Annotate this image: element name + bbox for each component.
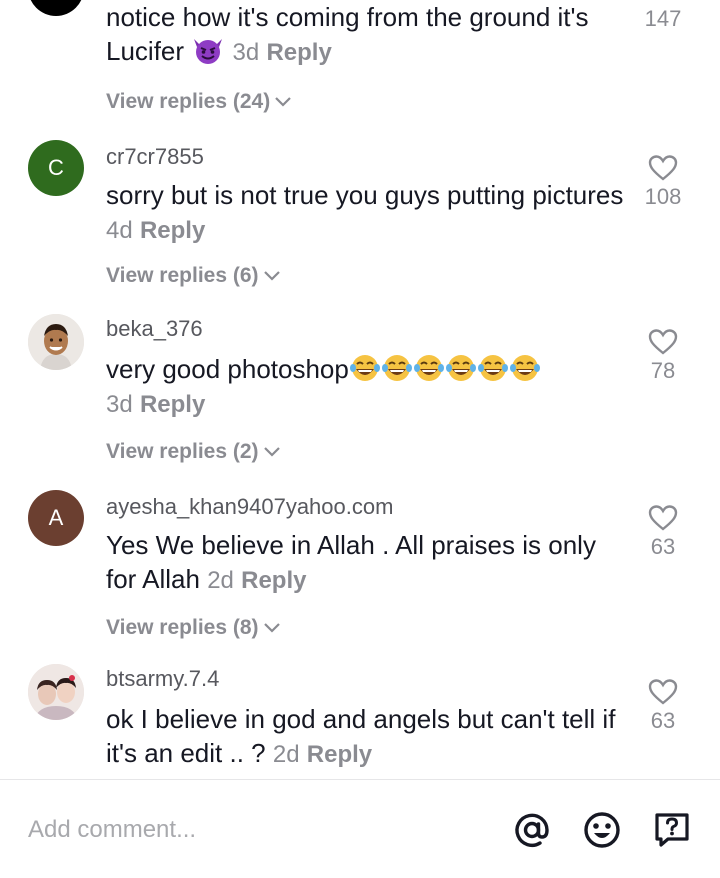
avatar[interactable] xyxy=(28,0,84,16)
avatar[interactable]: C xyxy=(28,140,84,196)
chevron-down-icon xyxy=(263,271,280,281)
comment-body: notice how it's coming from the ground i… xyxy=(106,2,589,66)
comment-input[interactable] xyxy=(28,810,448,850)
chevron-down-icon xyxy=(275,97,291,107)
comment-text: very good photoshop 3d Reply xyxy=(106,352,626,422)
like-count: 108 xyxy=(644,184,682,209)
comment-text: notice how it's coming from the ground i… xyxy=(106,0,626,70)
comment-username[interactable]: ayesha_khan9407yahoo.com xyxy=(106,494,393,520)
laughing-tears-emoji-icon xyxy=(477,355,508,381)
heart-icon xyxy=(648,155,678,181)
heart-icon xyxy=(648,505,678,531)
comment-composer xyxy=(0,780,720,878)
laughing-tears-emoji-icon xyxy=(349,355,380,381)
comment-text: Yes We believe in Allah . All praises is… xyxy=(106,528,626,598)
at-mention-button[interactable] xyxy=(510,808,554,852)
comment-username[interactable]: btsarmy.7.4 xyxy=(106,666,219,692)
comment-item: btsarmy.7.4 ok I believe in god and ange… xyxy=(0,664,720,778)
avatar-photo xyxy=(28,664,84,720)
view-replies-button[interactable]: View replies (2) xyxy=(106,440,281,464)
comment-age: 2d xyxy=(272,741,300,768)
reply-button[interactable]: Reply xyxy=(266,39,331,66)
laughing-tears-emoji-icon xyxy=(509,355,540,381)
laughing-tears-emoji-icon xyxy=(381,355,412,381)
avatar[interactable] xyxy=(28,314,84,370)
reply-button[interactable]: Reply xyxy=(307,741,372,768)
emoji-picker-button[interactable] xyxy=(580,808,624,852)
avatar-letter: A xyxy=(48,505,64,530)
devil-emoji-icon xyxy=(194,39,223,64)
comment-item: A ayesha_khan9407yahoo.com Yes We believ… xyxy=(0,490,720,650)
comment-list: notice how it's coming from the ground i… xyxy=(0,0,720,778)
comment-item: notice how it's coming from the ground i… xyxy=(0,0,720,128)
reply-button[interactable]: Reply xyxy=(140,391,205,418)
laughing-emoji-group xyxy=(349,354,541,384)
like-control[interactable]: 63 xyxy=(626,504,700,560)
comment-text: sorry but is not true you guys putting p… xyxy=(106,178,626,248)
comment-body: Yes We believe in Allah . All praises is… xyxy=(106,530,596,594)
chevron-down-icon xyxy=(263,447,280,457)
like-count: 63 xyxy=(650,708,676,733)
view-replies-button[interactable]: View replies (8) xyxy=(106,616,281,640)
comment-body: very good photoshop xyxy=(106,354,349,384)
question-button[interactable] xyxy=(650,808,694,852)
like-control[interactable]: 108 xyxy=(626,154,700,210)
view-replies-button[interactable]: View replies (6) xyxy=(106,264,281,288)
comment-age: 3d xyxy=(232,39,260,66)
laughing-tears-emoji-icon xyxy=(445,355,476,381)
like-control[interactable]: 147 xyxy=(626,4,700,32)
question-icon xyxy=(655,813,689,847)
avatar-letter: C xyxy=(48,155,64,180)
comment-body: sorry but is not true you guys putting p… xyxy=(106,180,624,210)
comment-username[interactable]: beka_376 xyxy=(106,316,203,342)
comment-username[interactable]: cr7cr7855 xyxy=(106,144,204,170)
heart-icon xyxy=(648,329,678,355)
reply-button[interactable]: Reply xyxy=(140,217,205,244)
comment-age: 2d xyxy=(207,567,234,594)
reply-button[interactable]: Reply xyxy=(241,567,306,594)
laughing-tears-emoji-icon xyxy=(413,355,444,381)
avatar-photo xyxy=(28,314,84,370)
chevron-down-icon xyxy=(263,623,280,633)
like-control[interactable]: 78 xyxy=(626,328,700,384)
view-replies-label: View replies (6) xyxy=(106,264,259,287)
emoji-face-icon xyxy=(584,812,620,848)
view-replies-button[interactable]: View replies (24) xyxy=(106,90,292,114)
like-count: 63 xyxy=(650,534,676,559)
comment-age: 4d xyxy=(106,217,133,244)
comment-text: ok I believe in god and angels but can't… xyxy=(106,702,626,772)
avatar[interactable] xyxy=(28,664,84,720)
like-count: 78 xyxy=(650,358,676,383)
comment-age: 3d xyxy=(106,391,133,418)
avatar[interactable]: A xyxy=(28,490,84,546)
comment-item: beka_376 very good photoshop 3d Reply Vi… xyxy=(0,314,720,474)
at-mention-icon xyxy=(515,813,549,847)
view-replies-label: View replies (2) xyxy=(106,440,259,463)
like-count: 147 xyxy=(644,6,682,31)
view-replies-label: View replies (24) xyxy=(106,90,271,113)
view-replies-label: View replies (8) xyxy=(106,616,259,639)
comment-item: C cr7cr7855 sorry but is not true you gu… xyxy=(0,140,720,305)
heart-icon xyxy=(648,679,678,705)
like-control[interactable]: 63 xyxy=(626,678,700,734)
